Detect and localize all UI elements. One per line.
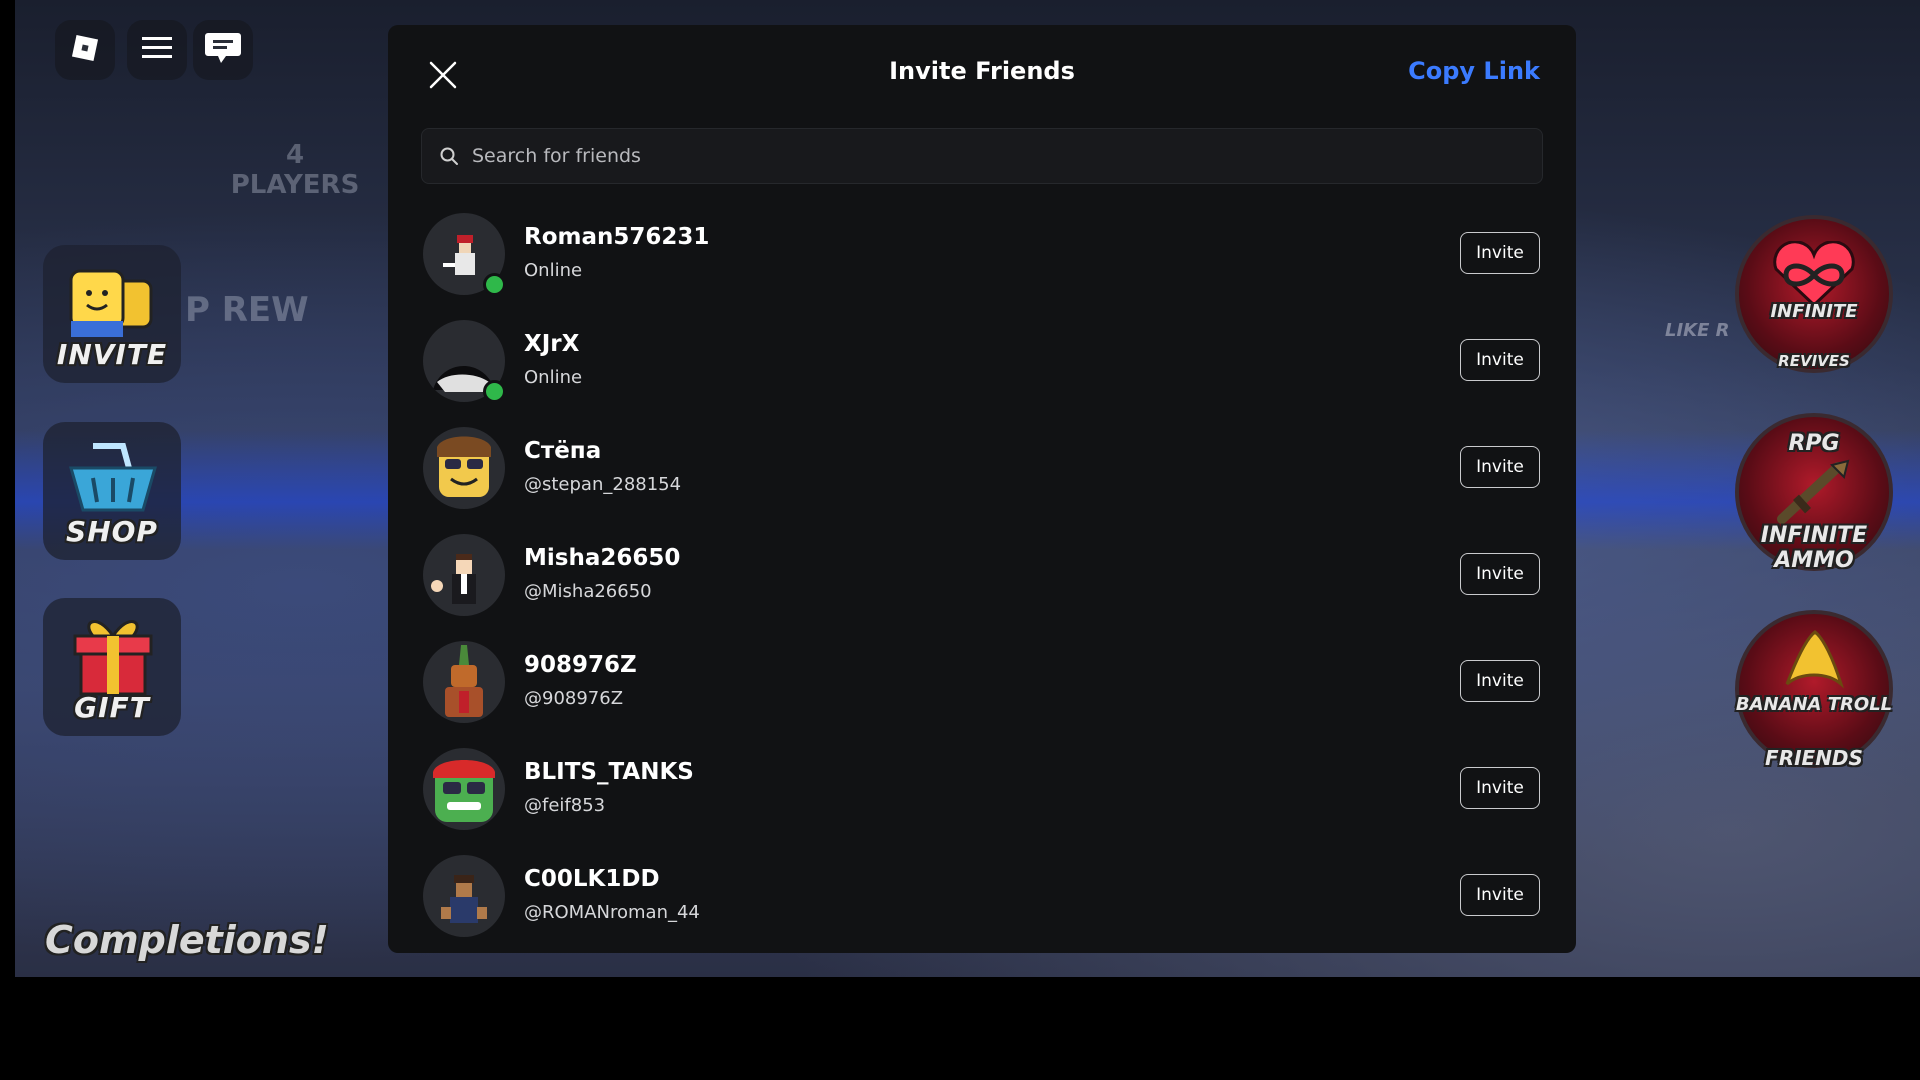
invite-friends-dialog: Invite Friends Copy Link Search for frie…	[388, 25, 1576, 953]
players-hint-label: PLAYERS	[230, 170, 360, 200]
friend-username: @908976Z	[524, 688, 624, 709]
infinite-revives-button[interactable]: INFINITE REVIVES	[1735, 215, 1893, 373]
friend-username: @feif853	[524, 795, 606, 816]
banana-troll-top-label: BANANA TROLL	[1735, 694, 1893, 715]
friend-row: XJrX Online Invite	[388, 312, 1576, 419]
friend-display-name: Misha26650	[524, 545, 681, 571]
invite-button[interactable]: Invite	[1460, 553, 1540, 595]
friend-status-text: Online	[524, 367, 583, 388]
gift-game-button[interactable]: GIFT	[43, 598, 181, 736]
friend-username: @stepan_288154	[524, 474, 682, 495]
friend-row: Стёпа @stepan_288154 Invite	[388, 419, 1576, 526]
infinite-ammo-bottom-label: INFINITE AMMO	[1760, 523, 1868, 573]
invite-game-button[interactable]: INVITE	[43, 245, 181, 383]
banana-icon	[1777, 628, 1851, 696]
avatar	[423, 534, 505, 616]
chat-icon	[204, 31, 242, 69]
friend-display-name: XJrX	[524, 331, 580, 357]
hamburger-menu-icon	[141, 34, 173, 66]
chat-button[interactable]	[193, 20, 253, 80]
avatar	[423, 641, 505, 723]
invite-button[interactable]: Invite	[1460, 339, 1540, 381]
infinite-revives-top-label: INFINITE	[1770, 301, 1858, 322]
friend-display-name: BLITS_TANKS	[524, 759, 694, 785]
friend-display-name: C00LK1DD	[524, 866, 660, 892]
shop-basket-icon	[63, 438, 163, 522]
infinite-ammo-button[interactable]: RPG INFINITE AMMO	[1735, 413, 1893, 573]
friend-list: Roman576231 Online Invite XJrX Online In…	[388, 205, 1576, 953]
invite-friends-icon	[63, 263, 163, 347]
like-sign: LIKE R	[1665, 320, 1730, 341]
search-input[interactable]	[470, 144, 1542, 168]
friend-row: Roman576231 Online Invite	[388, 205, 1576, 312]
friend-display-name: Roman576231	[524, 224, 710, 250]
invite-button[interactable]: Invite	[1460, 446, 1540, 488]
banana-troll-bottom-label: FRIENDS	[1765, 746, 1863, 770]
friend-search-box[interactable]	[421, 128, 1543, 184]
online-status-indicator	[483, 273, 506, 296]
online-status-indicator	[483, 380, 506, 403]
avatar	[423, 855, 505, 937]
search-icon	[438, 145, 460, 167]
avatar	[423, 748, 505, 830]
infinite-ammo-top-label: RPG	[1788, 431, 1840, 456]
players-hint-count: 4	[285, 140, 305, 170]
friend-status-text: Online	[524, 260, 583, 281]
players-count-sign: 4 PLAYERS	[215, 140, 375, 200]
invite-button[interactable]: Invite	[1460, 232, 1540, 274]
friend-row: 908976Z @908976Z Invite	[388, 633, 1576, 740]
friend-username: @ROMANroman_44	[524, 902, 700, 923]
invite-button[interactable]: Invite	[1460, 660, 1540, 702]
roblox-menu-button[interactable]	[55, 20, 115, 80]
game-viewport: 4 PLAYERS P REW INVITE SHOP GIFT Complet…	[15, 0, 1920, 977]
infinite-revives-bottom-label: REVIVES	[1778, 352, 1850, 370]
dialog-title: Invite Friends	[889, 57, 1075, 85]
roblox-logo-icon	[68, 31, 102, 69]
shop-game-button[interactable]: SHOP	[43, 422, 181, 560]
invite-game-label: INVITE	[56, 338, 168, 371]
friend-row: Misha26650 @Misha26650 Invite	[388, 526, 1576, 633]
friend-display-name: Стёпа	[524, 438, 602, 464]
gift-game-label: GIFT	[74, 691, 150, 724]
shop-game-label: SHOP	[66, 515, 158, 548]
friend-row: C00LK1DD @ROMANroman_44 Invite	[388, 847, 1576, 953]
invite-button[interactable]: Invite	[1460, 767, 1540, 809]
gift-icon	[67, 608, 159, 702]
menu-button[interactable]	[127, 20, 187, 80]
friend-username: @Misha26650	[524, 581, 652, 602]
friend-row: BLITS_TANKS @feif853 Invite	[388, 740, 1576, 847]
friend-display-name: 908976Z	[524, 652, 637, 678]
invite-button[interactable]: Invite	[1460, 874, 1540, 916]
completions-sign: Completions!	[45, 918, 329, 962]
reward-sign: P REW	[185, 290, 309, 330]
rpg-icon	[1774, 457, 1854, 531]
copy-link-button[interactable]: Copy Link	[1408, 57, 1540, 85]
avatar	[423, 427, 505, 509]
banana-troll-button[interactable]: BANANA TROLL FRIENDS	[1735, 610, 1893, 770]
